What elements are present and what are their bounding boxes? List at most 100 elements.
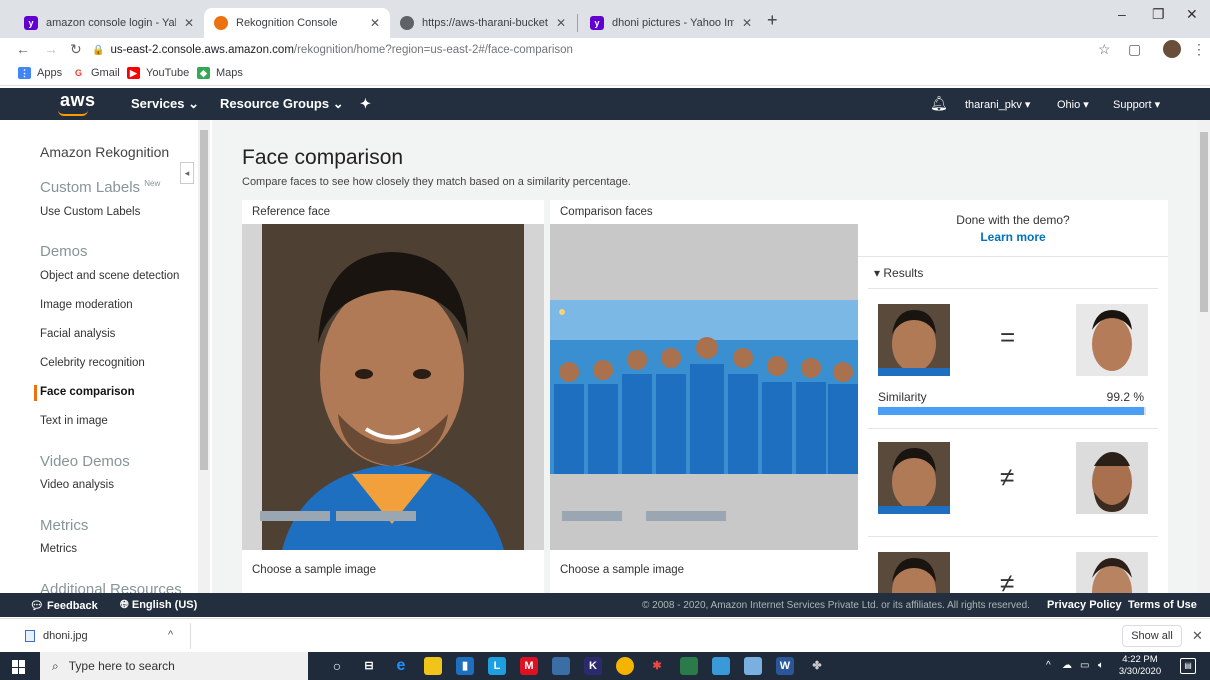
resource-groups-label: Resource Groups <box>220 96 330 111</box>
privacy-policy-link[interactable]: Privacy Policy <box>1047 599 1122 611</box>
close-icon[interactable]: ✕ <box>370 16 380 30</box>
similarity-label: Similarity <box>878 390 927 404</box>
sidebar-scrollbar-thumb[interactable] <box>200 130 208 470</box>
profile-avatar[interactable] <box>1163 40 1181 58</box>
sidebar-head-metrics: Metrics <box>40 517 89 534</box>
close-icon[interactable]: ✕ <box>184 16 194 30</box>
close-icon[interactable]: ✕ <box>742 16 752 30</box>
tab-s3-bucket[interactable]: https://aws-tharani-bucket.s3.us ✕ <box>390 8 576 38</box>
extension-icon[interactable]: ▢ <box>1128 41 1141 58</box>
edge-icon[interactable]: e <box>392 657 410 675</box>
app-l-icon[interactable]: L <box>488 657 506 675</box>
menu-kebab-icon[interactable]: ⋮ <box>1192 41 1206 58</box>
tray-chevron-icon[interactable]: ^ <box>1046 660 1051 671</box>
network-app-icon[interactable] <box>712 657 730 675</box>
sidebar-item-object-detection[interactable]: Object and scene detection <box>40 270 179 282</box>
result-comparison-face-3 <box>1076 552 1148 593</box>
bookmark-apps[interactable]: ⋮ Apps <box>18 67 62 79</box>
window-close-icon[interactable]: ✕ <box>1186 6 1198 23</box>
app-icon[interactable] <box>744 657 762 675</box>
bookmark-star-icon[interactable]: ☆ <box>1098 41 1111 58</box>
sidebar-item-facial-analysis[interactable]: Facial analysis <box>40 328 115 340</box>
tab-rekognition[interactable]: Rekognition Console ✕ <box>204 8 390 38</box>
address-bar[interactable]: 🔒 us-east-2.console.aws.amazon.com/rekog… <box>92 39 1082 61</box>
caret-down-icon: ▾ <box>874 266 881 280</box>
support-menu[interactable]: Support ▾ <box>1113 98 1160 111</box>
show-all-button[interactable]: Show all <box>1122 625 1182 647</box>
volume-icon[interactable]: 🔈︎ <box>1098 660 1104 671</box>
sidebar-item-use-custom-labels[interactable]: Use Custom Labels <box>40 206 140 218</box>
mcafee-icon[interactable]: M <box>520 657 538 675</box>
sidebar-item-text-in-image[interactable]: Text in image <box>40 415 108 427</box>
collapse-sidebar-button[interactable]: ◂ <box>180 162 194 184</box>
reference-sample-thumbnails[interactable] <box>260 511 330 521</box>
new-tab-button[interactable]: + <box>767 10 778 31</box>
sidebar-item-celebrity-recognition[interactable]: Celebrity recognition <box>40 357 145 369</box>
task-view-icon[interactable]: ⊟ <box>360 657 378 675</box>
chrome-icon[interactable] <box>616 657 634 675</box>
bookmark-maps[interactable]: ◆ Maps <box>197 67 243 79</box>
bookmark-youtube[interactable]: ▶ YouTube <box>127 67 189 79</box>
page-scrollbar-thumb[interactable] <box>1200 132 1208 312</box>
cloud-icon[interactable]: ☁ <box>1062 660 1072 671</box>
file-explorer-icon[interactable] <box>424 657 442 675</box>
sidebar-item-metrics[interactable]: Metrics <box>40 543 77 555</box>
download-filename: dhoni.jpg <box>43 630 88 642</box>
new-badge: New <box>144 179 161 188</box>
results-header[interactable]: ▾ Results <box>874 266 923 280</box>
chevron-up-icon[interactable]: ^ <box>168 629 173 641</box>
sidebar-item-face-comparison[interactable]: Face comparison <box>40 386 135 398</box>
language-selector[interactable]: 🌐︎ English (US) <box>120 599 197 612</box>
app-icon[interactable]: ✤ <box>808 657 826 675</box>
forward-arrow-icon[interactable]: → <box>44 41 58 57</box>
aws-logo[interactable]: aws <box>58 90 96 116</box>
gear-app-icon[interactable]: ✱ <box>648 657 666 675</box>
user-menu[interactable]: tharani_pkv ▾ <box>965 98 1030 111</box>
tab-strip: y amazon console login - Yahoo Se ✕ Reko… <box>0 0 1210 38</box>
taskbar-search-box[interactable]: ⌕ Type here to search <box>40 652 308 680</box>
services-menu[interactable]: Services ⌄ <box>131 96 199 112</box>
pin-icon[interactable]: ✦ <box>360 96 371 112</box>
comparison-sample-thumbnails-2[interactable] <box>646 511 726 521</box>
app-icon[interactable] <box>680 657 698 675</box>
bookmark-gmail[interactable]: G Gmail <box>72 67 120 79</box>
reload-icon[interactable]: ↻ <box>70 41 82 58</box>
notification-icon[interactable]: ▤ <box>1180 658 1196 674</box>
taskbar-clock[interactable]: 4:22 PM 3/30/2020 <box>1118 654 1162 678</box>
bell-icon[interactable]: 🔔︎ <box>930 95 948 112</box>
app-k-icon[interactable]: K <box>584 657 602 675</box>
cortana-icon[interactable]: ○ <box>328 657 346 675</box>
maximize-icon[interactable]: ❐ <box>1152 6 1165 23</box>
browser-toolbar: ← → ↻ 🔒 us-east-2.console.aws.amazon.com… <box>0 38 1210 62</box>
battery-icon[interactable]: ▭ <box>1080 660 1089 671</box>
store-icon[interactable]: ▮ <box>456 657 474 675</box>
feedback-link[interactable]: 💬︎ Feedback <box>30 599 98 612</box>
learn-more-link[interactable]: Learn more <box>858 230 1168 244</box>
word-icon[interactable]: W <box>776 657 794 675</box>
comparison-sample-thumbnails[interactable] <box>562 511 622 521</box>
face-thumbnail <box>878 442 950 514</box>
region-menu[interactable]: Ohio ▾ <box>1057 98 1089 111</box>
tab-yahoo-login[interactable]: y amazon console login - Yahoo Se ✕ <box>14 8 204 38</box>
reference-sample-thumbnails-2[interactable] <box>336 511 416 521</box>
face-thumbnail <box>878 552 950 593</box>
region-label: Ohio <box>1057 99 1081 111</box>
chevron-down-icon: ⌄ <box>332 96 344 111</box>
result-comparison-face-2 <box>1076 442 1148 514</box>
terms-of-use-link[interactable]: Terms of Use <box>1128 599 1197 611</box>
download-item[interactable]: dhoni.jpg <box>25 630 88 642</box>
reference-face-image[interactable] <box>242 224 544 550</box>
tab-yahoo-images[interactable]: y dhoni pictures - Yahoo Image Se ✕ <box>580 8 762 38</box>
back-arrow-icon[interactable]: ← <box>16 41 30 57</box>
close-icon[interactable]: ✕ <box>556 16 566 30</box>
close-icon[interactable]: ✕ <box>1192 628 1203 644</box>
sidebar-title[interactable]: Amazon Rekognition <box>40 144 169 160</box>
resource-groups-menu[interactable]: Resource Groups ⌄ <box>220 96 344 112</box>
comparison-faces-image[interactable] <box>550 224 858 550</box>
app-icon[interactable] <box>552 657 570 675</box>
divider <box>858 256 1168 257</box>
windows-start-icon[interactable] <box>12 660 26 674</box>
minimize-icon[interactable]: – <box>1118 6 1126 22</box>
sidebar-item-image-moderation[interactable]: Image moderation <box>40 299 133 311</box>
sidebar-item-video-analysis[interactable]: Video analysis <box>40 479 114 491</box>
